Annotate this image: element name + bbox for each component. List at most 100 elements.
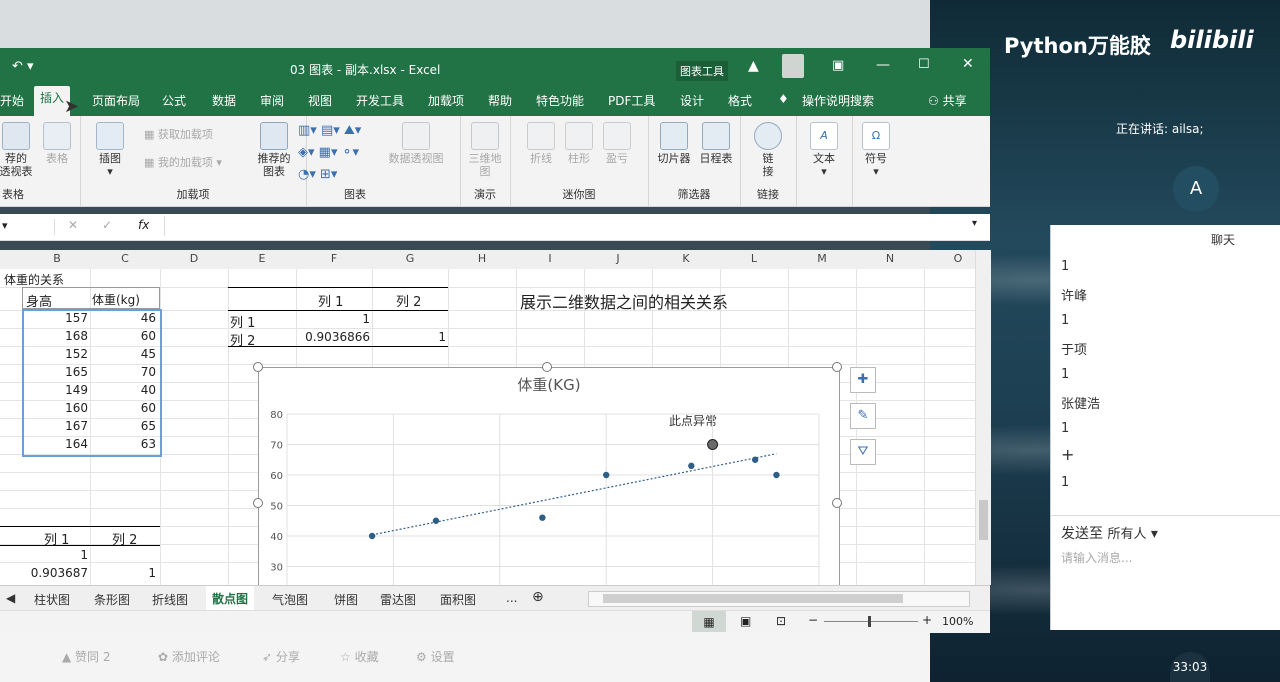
expand-formula-icon[interactable]: ▾ [972,218,977,229]
col-header-n[interactable]: N [856,252,924,265]
3d-map-button[interactable]: 三维地 图 [466,122,504,178]
sheet-tab-bubble[interactable]: 气泡图 [272,591,308,608]
tab-special[interactable]: 特色功能 [536,92,584,109]
sparkline-winloss-button[interactable]: 盈亏 [600,122,634,165]
col-header-e[interactable]: E [228,252,296,265]
tab-review[interactable]: 审阅 [260,92,284,109]
chart-styles-brush-icon[interactable]: ✎ [850,403,876,429]
sheet-tab-pie[interactable]: 饼图 [334,591,358,608]
like-button[interactable]: ▲ 赞同 2 [62,648,111,665]
col-header-b[interactable]: B [24,252,90,265]
horizontal-scrollbar[interactable] [588,591,970,607]
timeline-button[interactable]: 日程表 [696,122,736,165]
sparkline-column-button[interactable]: 柱形 [562,122,596,165]
corr-top-h2[interactable]: 列 2 [396,291,421,310]
avatar[interactable] [782,54,804,78]
resize-handle[interactable] [542,362,552,372]
height-cell[interactable]: 168 [22,329,88,343]
corr-bottom-r2-v1[interactable]: 0.903687 [20,566,88,580]
col-header-l[interactable]: L [720,252,788,265]
tab-home[interactable]: 开始 [0,92,24,109]
slicer-button[interactable]: 切片器 [654,122,694,165]
chart-annotation[interactable]: 此点异常 [669,414,717,428]
pivot-chart-button[interactable]: 数据透视图 [386,122,446,165]
scroll-thumb[interactable] [979,500,988,540]
zoom-out-icon[interactable]: − [808,613,818,627]
resize-handle[interactable] [253,362,263,372]
col-header-f[interactable]: F [296,252,372,265]
tab-data[interactable]: 数据 [212,92,236,109]
weight-cell[interactable]: 60 [90,329,156,343]
tab-addins[interactable]: 加载项 [428,92,464,109]
height-cell[interactable]: 152 [22,347,88,361]
corr-top-r1-label[interactable]: 列 1 [230,312,255,331]
corr-top-h1[interactable]: 列 1 [318,291,343,310]
weight-cell[interactable]: 40 [90,383,156,397]
sheet-tab-bar-chart[interactable]: 柱状图 [34,591,70,608]
sheet-tab-barh-chart[interactable]: 条形图 [94,591,130,608]
formula-input[interactable] [164,216,965,236]
name-box-dropdown[interactable]: ▾ [2,219,55,235]
tab-help[interactable]: 帮助 [488,92,512,109]
tab-page-layout[interactable]: 页面布局 [92,92,140,109]
col-header-h[interactable]: H [448,252,516,265]
resize-handle[interactable] [253,498,263,508]
enter-icon[interactable]: ✓ [102,218,112,232]
col-header-j[interactable]: J [584,252,652,265]
recommended-pivot-button[interactable]: 荐的 透视表 [0,122,36,178]
weight-cell[interactable]: 65 [90,419,156,433]
corr-top-r2-v2[interactable]: 1 [372,330,446,344]
settings-button[interactable]: ⚙ 设置 [416,648,455,665]
cancel-icon[interactable]: ✕ [68,218,78,232]
minimize-icon[interactable]: — [876,57,890,73]
page-break-icon[interactable]: ⊡ [776,614,786,628]
zoom-level[interactable]: 100% [942,615,973,628]
table-button[interactable]: 表格 [40,122,74,165]
my-addins-button[interactable]: ▦ 我的加载项 ▾ [144,156,254,169]
sheet-tab-area[interactable]: 面积图 [440,591,476,608]
comment-button[interactable]: ✿ 添加评论 [158,648,220,665]
sheet-tab-line-chart[interactable]: 折线图 [152,591,188,608]
weight-cell[interactable]: 46 [90,311,156,325]
corr-bottom-r1-v1[interactable]: 1 [20,548,88,562]
normal-view-icon[interactable]: ▦ [692,611,726,633]
vertical-scrollbar[interactable] [975,250,991,585]
tab-format[interactable]: 格式 [728,92,752,109]
add-sheet-icon[interactable]: ⊕ [532,589,544,605]
tab-design[interactable]: 设计 [680,92,704,109]
sheet-tab-scatter[interactable]: 散点图 [206,586,255,612]
height-cell[interactable]: 160 [22,401,88,415]
share-video-button[interactable]: ➶ 分享 [262,648,300,665]
chart-filter-icon[interactable]: ⛛ [850,439,876,465]
chart-title[interactable]: 体重(KG) [517,376,580,394]
col-header-g[interactable]: G [372,252,448,265]
weight-cell[interactable]: 70 [90,365,156,379]
sheet-tab-more[interactable]: ... [506,591,517,605]
scroll-tabs-left-icon[interactable]: ◀ [6,591,15,605]
scatter-chart[interactable]: 体重(KG) 此点异常 80706050403020 [258,367,840,604]
zoom-slider-thumb[interactable] [868,616,871,627]
tab-view[interactable]: 视图 [308,92,332,109]
resize-handle[interactable] [832,498,842,508]
favorite-button[interactable]: ☆ 收藏 [340,648,379,665]
lightbulb-icon[interactable]: ♦ [778,92,789,106]
weight-cell[interactable]: 63 [90,437,156,451]
weight-cell[interactable]: 45 [90,347,156,361]
h-scroll-thumb[interactable] [603,594,903,603]
chart-type-grid[interactable]: ▥▾ ▤▾ ⛰▾ ◈▾ ▦▾ ⚬▾ ◔▾ ⊞▾ [298,120,388,186]
chart-elements-plus-icon[interactable]: ✚ [850,367,876,393]
height-cell[interactable]: 157 [22,311,88,325]
tab-formulas[interactable]: 公式 [162,92,186,109]
resize-handle[interactable] [832,362,842,372]
zoom-slider[interactable] [824,621,918,622]
text-button[interactable]: A 文本 ▾ [806,122,842,178]
corr-bottom-r2-v2[interactable]: 1 [90,566,156,580]
sparkline-line-button[interactable]: 折线 [524,122,558,165]
tell-me-search[interactable]: 操作说明搜索 [802,92,874,109]
send-to-selector[interactable]: 发送至 所有人 ▾ [1061,523,1158,543]
tab-developer[interactable]: 开发工具 [356,92,404,109]
symbol-button[interactable]: Ω 符号 ▾ [858,122,894,178]
sheet-tab-radar[interactable]: 雷达图 [380,591,416,608]
ribbon-display-icon[interactable]: ▣ [832,58,844,73]
height-cell[interactable]: 165 [22,365,88,379]
